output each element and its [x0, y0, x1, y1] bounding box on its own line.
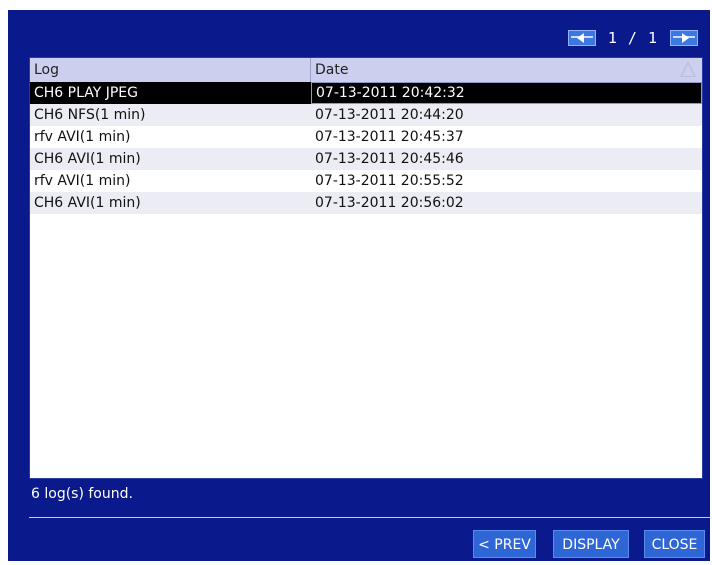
prev-button[interactable]: < PREV: [473, 530, 536, 558]
cell-log: CH6 AVI(1 min): [34, 195, 141, 211]
table-header: Log Date: [30, 58, 702, 82]
cell-date: 07-13-2011 20:45:46: [315, 151, 464, 167]
page-next-icon[interactable]: [670, 30, 698, 46]
cell-log: CH6 NFS(1 min): [34, 107, 146, 123]
log-table: Log Date CH6 PLAY JPEG 07-13-2011 20:42:…: [29, 57, 703, 479]
table-row[interactable]: CH6 NFS(1 min) 07-13-2011 20:44:20: [30, 104, 702, 126]
cell-date: 07-13-2011 20:44:20: [315, 107, 464, 123]
page-count: 1 / 1: [607, 29, 658, 47]
column-header-log[interactable]: Log: [30, 58, 311, 82]
display-button[interactable]: DISPLAY: [553, 530, 629, 558]
table-row[interactable]: CH6 AVI(1 min) 07-13-2011 20:56:02: [30, 192, 702, 214]
table-body: CH6 PLAY JPEG 07-13-2011 20:42:32 CH6 NF…: [30, 82, 702, 214]
close-button[interactable]: CLOSE: [644, 530, 705, 558]
pager: 1 / 1: [567, 28, 698, 48]
cell-date: 07-13-2011 20:45:37: [315, 129, 464, 145]
status-text: 6 log(s) found.: [31, 486, 133, 502]
cell-log: CH6 AVI(1 min): [34, 151, 141, 167]
table-row[interactable]: rfv AVI(1 min) 07-13-2011 20:55:52: [30, 170, 702, 192]
cell-date: 07-13-2011 20:55:52: [315, 173, 464, 189]
column-header-date-label: Date: [315, 62, 349, 78]
cell-log: CH6 PLAY JPEG: [34, 85, 138, 101]
sort-ascending-icon[interactable]: [680, 61, 696, 77]
page-prev-icon[interactable]: [567, 30, 596, 46]
table-row[interactable]: rfv AVI(1 min) 07-13-2011 20:45:37: [30, 126, 702, 148]
cell-date: 07-13-2011 20:56:02: [315, 195, 464, 211]
divider: [29, 517, 710, 518]
log-dialog: 1 / 1 Log Date CH6 PLAY JPEG 07-13-2011 …: [8, 10, 710, 561]
cell-log: rfv AVI(1 min): [34, 129, 131, 145]
cell-date: 07-13-2011 20:42:32: [311, 82, 702, 104]
table-row[interactable]: CH6 PLAY JPEG 07-13-2011 20:42:32: [30, 82, 702, 104]
column-header-date[interactable]: Date: [311, 58, 702, 82]
table-row[interactable]: CH6 AVI(1 min) 07-13-2011 20:45:46: [30, 148, 702, 170]
cell-log: rfv AVI(1 min): [34, 173, 131, 189]
